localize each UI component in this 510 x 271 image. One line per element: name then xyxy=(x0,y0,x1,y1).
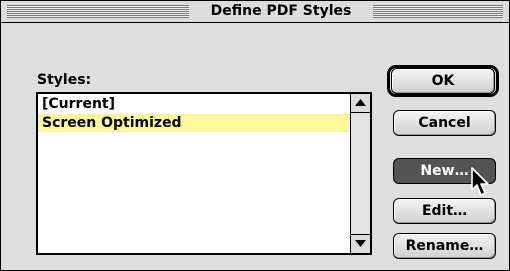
styles-list-box: [Current] Screen Optimized xyxy=(36,92,372,255)
mouse-pointer-icon xyxy=(471,167,489,196)
scroll-up-arrow-icon xyxy=(355,99,366,106)
cancel-button[interactable]: Cancel xyxy=(393,110,496,136)
dialog-title: Define PDF Styles xyxy=(191,3,371,20)
list-item-current[interactable]: [Current] xyxy=(38,95,350,113)
define-pdf-styles-dialog: Define PDF Styles Styles: [Current] Scre… xyxy=(0,0,510,271)
list-item-screen-optimized[interactable]: Screen Optimized xyxy=(38,114,350,132)
title-bar-stripes-right xyxy=(373,5,503,18)
rename-button[interactable]: Rename… xyxy=(393,233,496,259)
styles-label: Styles: xyxy=(37,72,92,88)
title-bar[interactable]: Define PDF Styles xyxy=(1,1,509,23)
edit-button[interactable]: Edit… xyxy=(393,198,496,224)
styles-list[interactable]: [Current] Screen Optimized xyxy=(38,94,350,253)
ok-button[interactable]: OK xyxy=(391,68,495,94)
scroll-up-button[interactable] xyxy=(351,94,370,113)
scroll-down-button[interactable] xyxy=(351,234,370,253)
title-bar-stripes-left xyxy=(7,5,189,18)
scroll-down-arrow-icon xyxy=(355,240,366,247)
styles-list-scrollbar[interactable] xyxy=(350,94,370,253)
